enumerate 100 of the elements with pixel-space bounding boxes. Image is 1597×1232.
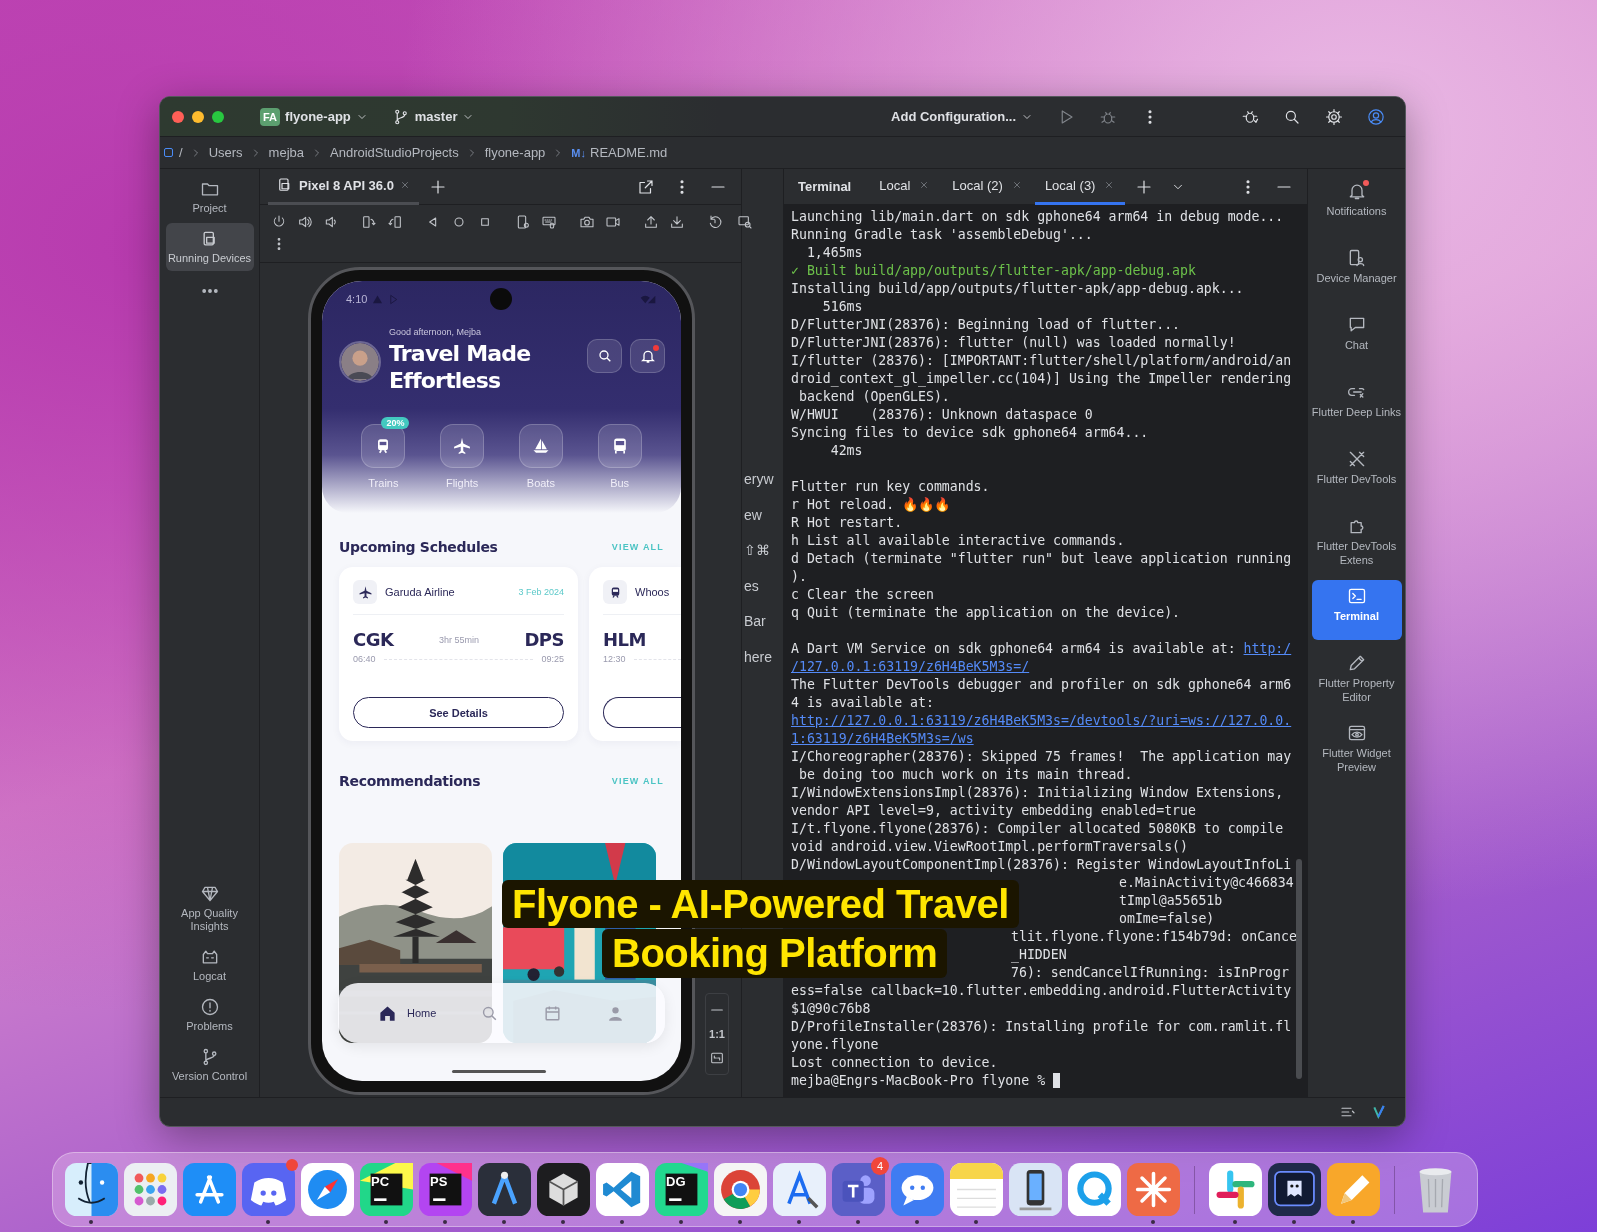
terminal-line: ). xyxy=(791,569,807,584)
ps-app-icon[interactable] xyxy=(419,1163,472,1216)
terminal-line: A Dart VM Service on sdk gphone64 arm64 is available at: http:/ xyxy=(791,641,1292,656)
breadcrumb-item[interactable]: mejba xyxy=(268,145,304,160)
app-icon-label: PS xyxy=(430,1174,448,1189)
section-title: Upcoming Schedules xyxy=(339,539,498,555)
terminal-line: $1@90c76b8 xyxy=(791,1001,871,1016)
tool-window-button[interactable]: Chat xyxy=(1311,309,1402,369)
schedule-card[interactable]: Garuda Airline 3 Feb 2024 CGK 3hr 55min DPS 06:40 09:25 See Details xyxy=(339,567,578,741)
panel-title: Terminal xyxy=(798,179,852,194)
speech-bubble-app-icon[interactable] xyxy=(891,1163,944,1216)
duration-text: 3hr 55min xyxy=(438,634,479,645)
run-configuration-selector[interactable]: Add Configuration... xyxy=(883,105,1041,128)
tool-window-button[interactable]: Running Devices xyxy=(165,223,254,271)
breadcrumb-item[interactable]: Users xyxy=(208,145,243,160)
breadcrumb-item[interactable]: flyone-app xyxy=(484,145,546,160)
device-tab[interactable]: Pixel 8 API 36.0 xyxy=(268,168,419,205)
terminal-line: Flutter run key commands. xyxy=(791,479,990,494)
airport-code: DPS xyxy=(524,629,564,650)
tool-window-button[interactable]: Flutter Property Editor xyxy=(1311,647,1402,710)
close-window-button[interactable] xyxy=(172,110,184,123)
app-icon-label: PC xyxy=(371,1174,390,1189)
minimize-window-button[interactable] xyxy=(192,110,204,123)
tool-window-button[interactable]: Version Control xyxy=(165,1041,254,1089)
tool-window-button[interactable]: Flutter DevTools xyxy=(1311,443,1402,503)
diamond-icon xyxy=(199,884,220,904)
home-icon xyxy=(377,1003,397,1023)
category-label: Bus xyxy=(610,477,630,489)
nav-tab[interactable]: Home xyxy=(369,997,445,1029)
category-button[interactable] xyxy=(361,424,406,468)
people-app-icon[interactable] xyxy=(832,1163,885,1216)
v-logo-icon[interactable] xyxy=(1371,1104,1387,1120)
ring-app-icon[interactable] xyxy=(714,1163,767,1216)
search-button[interactable] xyxy=(587,339,622,373)
background-text: here xyxy=(743,648,774,667)
search-icon xyxy=(596,348,613,364)
branch-selector[interactable]: master xyxy=(383,103,483,130)
category-button[interactable] xyxy=(440,424,485,468)
hash-app-icon[interactable] xyxy=(1209,1163,1262,1216)
tool-window-button[interactable]: App Quality Insights xyxy=(165,878,254,939)
fit-screen-icon[interactable] xyxy=(709,1050,725,1066)
terminal-line: I/t.flyone.flyone(28376): Compiler allocated 5080KB to compile xyxy=(791,821,1284,836)
phone-app-icon[interactable] xyxy=(1009,1163,1062,1216)
category-button[interactable] xyxy=(518,424,563,468)
terminal-tab[interactable]: Local (2) xyxy=(942,168,1033,205)
terminal-line: The Flutter DevTools debugger and profiler on sdk gphone64 arm6 xyxy=(791,677,1292,692)
asterisk-app-icon[interactable] xyxy=(1127,1163,1180,1216)
tool-window-button[interactable]: Flutter Deep Links xyxy=(1311,376,1402,436)
tool-window-button[interactable]: Project xyxy=(165,173,254,221)
code-app-icon[interactable] xyxy=(596,1163,649,1216)
schedule-card[interactable]: Whoos HLM 12:30 xyxy=(589,567,681,741)
terminal-line: R Hot restart. xyxy=(791,515,903,530)
terminal-link[interactable]: http://127.0.0.1:63119/z6H4BeK5M3s=/devtools/?uri=ws://127.0.0. xyxy=(791,713,1292,728)
tool-window-button[interactable]: Flutter Widget Preview xyxy=(1311,717,1402,780)
see-details-button[interactable] xyxy=(603,697,681,728)
project-selector[interactable]: FA flyone-app xyxy=(252,103,376,130)
notepad-app-icon[interactable] xyxy=(950,1163,1003,1216)
grid-app-icon[interactable] xyxy=(124,1163,177,1216)
see-details-button[interactable]: See Details xyxy=(353,697,564,728)
terminal-line: Syncing files to device sdk gphone64 arm64... xyxy=(791,425,1149,440)
compass-app-icon[interactable] xyxy=(301,1163,354,1216)
letter-a-compass-app-icon[interactable] xyxy=(478,1163,531,1216)
tool-window-button[interactable]: Logcat xyxy=(165,941,254,989)
tool-window-button[interactable]: Problems xyxy=(165,991,254,1039)
zoom-window-button[interactable] xyxy=(212,110,224,123)
avatar[interactable] xyxy=(339,341,381,383)
dg-app-icon[interactable] xyxy=(655,1163,708,1216)
terminal-link[interactable]: 1:63119/z6H4BeK5M3s=/ws xyxy=(791,731,974,746)
notification-badge: 4 xyxy=(871,1157,889,1175)
letter-q-app-icon[interactable] xyxy=(1068,1163,1121,1216)
letter-a-pencil-app-icon[interactable] xyxy=(773,1163,826,1216)
letter-a-app-icon[interactable] xyxy=(183,1163,236,1216)
terminal-tab[interactable]: Local (3) xyxy=(1034,168,1126,205)
category-label: Flights xyxy=(445,477,479,489)
pc-app-icon[interactable] xyxy=(360,1163,413,1216)
airport-code: HLM xyxy=(603,629,646,650)
terminal-link[interactable]: /127.0.0.1:63119/z6H4BeK5M3s=/ xyxy=(791,659,1030,674)
smiley-face-app-icon[interactable] xyxy=(65,1163,118,1216)
terminal-link[interactable]: http:/ xyxy=(1243,641,1292,656)
tool-window-button[interactable]: Flutter DevTools Extens xyxy=(1311,510,1402,573)
breadcrumb-item[interactable]: AndroidStudioProjects xyxy=(330,145,459,160)
tool-window-button[interactable]: Terminal xyxy=(1311,580,1402,640)
ghost-app-icon[interactable] xyxy=(1268,1163,1321,1216)
category-label: Boats xyxy=(526,477,555,489)
terminal-tab[interactable]: Local xyxy=(869,168,941,205)
actual-size-button[interactable]: 1:1 xyxy=(709,1028,725,1040)
pen-app-icon[interactable] xyxy=(1327,1163,1380,1216)
cube-app-icon[interactable] xyxy=(537,1163,590,1216)
notification-dot xyxy=(653,345,659,351)
terminal-line: backend (OpenGLES). xyxy=(797,389,950,404)
scrollbar[interactable] xyxy=(1296,859,1302,1079)
game-controller-app-icon[interactable] xyxy=(242,1163,295,1216)
tool-window-button[interactable]: Notifications xyxy=(1311,175,1402,235)
category-button[interactable] xyxy=(597,424,642,468)
camera-hole-icon xyxy=(490,288,512,310)
time-text: 12:30 xyxy=(603,654,626,664)
tool-window-button[interactable]: Device Manager xyxy=(1311,242,1402,302)
breadcrumb-item[interactable]: / xyxy=(179,145,183,160)
notifications-button[interactable] xyxy=(630,339,665,373)
breadcrumb-item[interactable]: README.md xyxy=(590,145,668,160)
